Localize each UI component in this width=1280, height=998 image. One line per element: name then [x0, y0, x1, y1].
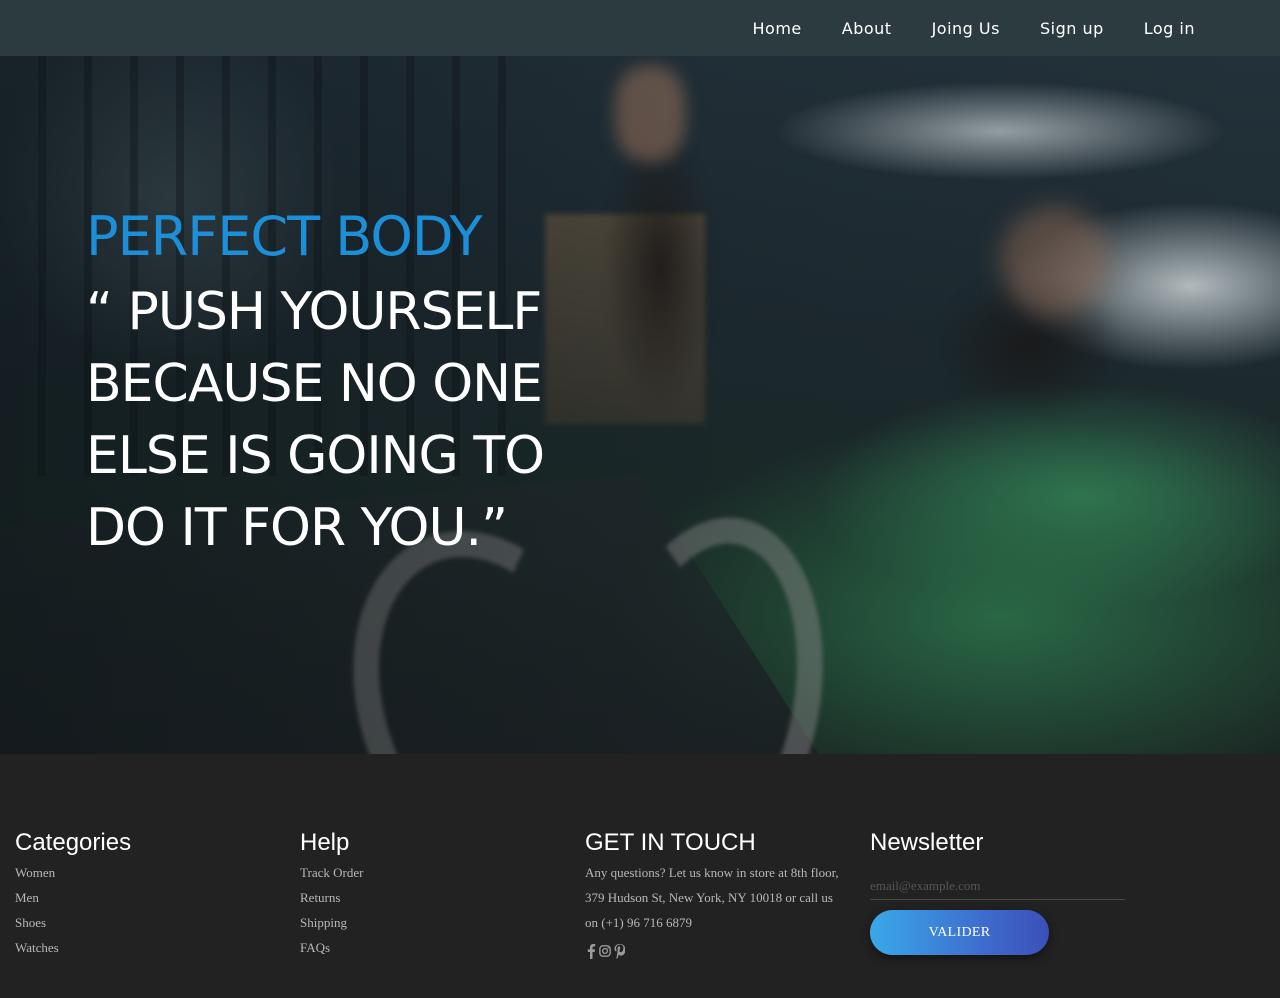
footer-heading-newsletter: Newsletter — [870, 829, 984, 856]
nav-link-sign-up[interactable]: Sign up — [1040, 19, 1104, 38]
hero-quote-line: ELSE IS GOING TO — [86, 426, 545, 486]
help-link-track-order[interactable]: Track Order — [300, 860, 570, 885]
hero-quote-line: DO IT FOR YOU.” — [86, 498, 508, 558]
nav-link-join-us[interactable]: Joing Us — [932, 19, 1000, 38]
footer-contact: GET IN TOUCH Any questions? Let us know … — [585, 828, 855, 959]
hero-quote-line: BECAUSE NO ONE — [86, 354, 543, 414]
newsletter-submit-button[interactable]: VALIDER — [870, 910, 1049, 955]
hero-quote: “ PUSH YOURSELF BECAUSE NO ONE ELSE IS G… — [86, 276, 606, 564]
footer: Categories Women Men Shoes Watches Help … — [0, 754, 1280, 998]
help-link-returns[interactable]: Returns — [300, 885, 570, 910]
category-link-women[interactable]: Women — [15, 860, 285, 885]
hero-quote-line: “ PUSH YOURSELF — [86, 282, 542, 342]
footer-newsletter: Newsletter VALIDER — [870, 828, 1140, 955]
hero-title: PERFECT BODY — [86, 205, 482, 268]
pinterest-icon[interactable] — [613, 943, 625, 959]
footer-heading-help: Help — [300, 829, 350, 856]
nav-links: Home About Joing Us Sign up Log in — [713, 0, 1195, 56]
contact-text: Any questions? Let us know in store at 8… — [585, 865, 839, 930]
hero-section: PERFECT BODY “ PUSH YOURSELF BECAUSE NO … — [0, 56, 1280, 754]
hero-text: PERFECT BODY “ PUSH YOURSELF BECAUSE NO … — [86, 204, 606, 564]
nav-link-log-in[interactable]: Log in — [1144, 19, 1195, 38]
help-link-shipping[interactable]: Shipping — [300, 910, 570, 935]
nav-link-home[interactable]: Home — [753, 19, 802, 38]
footer-help: Help Track Order Returns Shipping FAQs — [300, 828, 570, 960]
navbar: Home About Joing Us Sign up Log in — [0, 0, 1280, 56]
help-list: Track Order Returns Shipping FAQs — [300, 860, 570, 960]
footer-heading-contact: GET IN TOUCH — [585, 829, 756, 856]
facebook-icon[interactable] — [585, 943, 597, 959]
social-links — [585, 943, 855, 959]
categories-list: Women Men Shoes Watches — [15, 860, 285, 960]
category-link-watches[interactable]: Watches — [15, 935, 285, 960]
category-link-men[interactable]: Men — [15, 885, 285, 910]
category-link-shoes[interactable]: Shoes — [15, 910, 285, 935]
footer-heading-categories: Categories — [15, 829, 132, 856]
footer-categories: Categories Women Men Shoes Watches — [15, 828, 285, 960]
instagram-icon[interactable] — [599, 943, 611, 959]
help-link-faqs[interactable]: FAQs — [300, 935, 570, 960]
newsletter-email-input[interactable] — [870, 872, 1125, 900]
nav-link-about[interactable]: About — [842, 19, 892, 38]
